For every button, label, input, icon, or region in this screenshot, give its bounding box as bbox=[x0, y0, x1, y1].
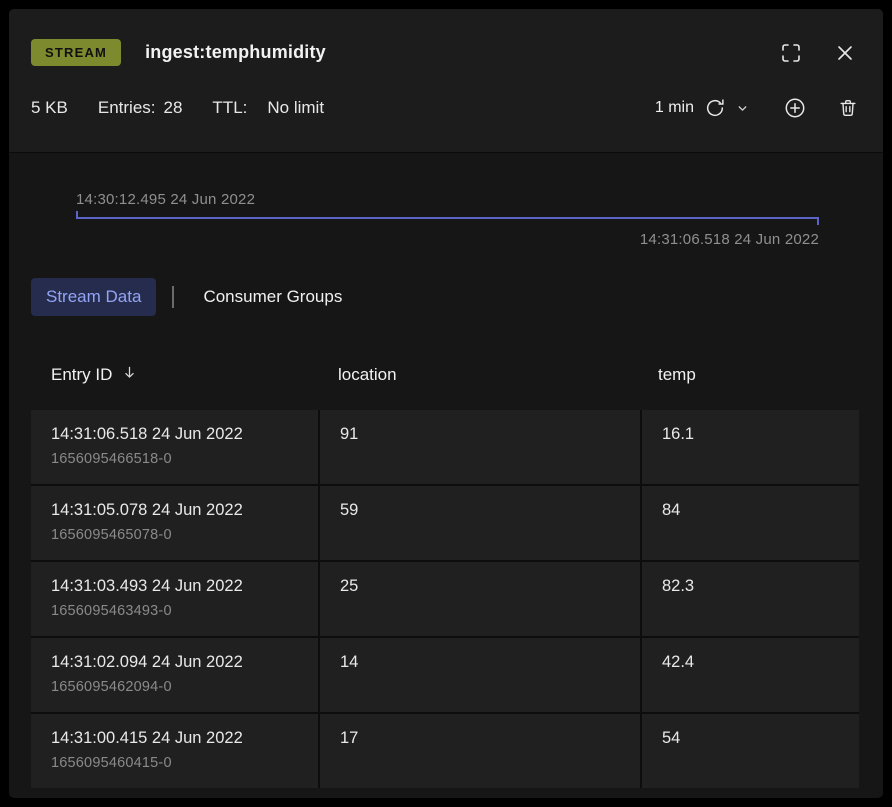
location-cell: 59 bbox=[320, 486, 640, 560]
refresh-button[interactable] bbox=[704, 97, 726, 119]
temp-cell: 16.1 bbox=[642, 410, 859, 484]
refresh-interval-label: 1 min bbox=[655, 99, 694, 117]
ttl-label: TTL: bbox=[212, 98, 247, 118]
timeline-track[interactable] bbox=[76, 217, 819, 219]
entry-id-cell: 14:31:00.415 24 Jun 2022 1656095460415-0 bbox=[31, 714, 318, 788]
sort-desc-icon bbox=[121, 364, 138, 386]
refresh-settings-button[interactable] bbox=[736, 102, 749, 115]
location-cell: 17 bbox=[320, 714, 640, 788]
table-body: 14:31:06.518 24 Jun 2022 1656095466518-0… bbox=[31, 410, 859, 788]
location-cell: 91 bbox=[320, 410, 640, 484]
stream-entries-table: Entry ID location temp bbox=[31, 346, 859, 788]
timeline-handle-end[interactable] bbox=[817, 217, 819, 225]
key-size-value: 5 KB bbox=[31, 98, 68, 118]
timeline-range: 14:30:12.495 24 Jun 2022 14:31:06.518 24… bbox=[76, 191, 819, 248]
table-header-row: Entry ID location temp bbox=[31, 346, 859, 410]
chevron-down-icon bbox=[736, 102, 749, 115]
column-header-entry-id[interactable]: Entry ID bbox=[31, 346, 318, 410]
delete-key-button[interactable] bbox=[837, 97, 859, 119]
table-row: 14:31:03.493 24 Jun 2022 1656095463493-0… bbox=[31, 562, 859, 636]
timeline-handle-start[interactable] bbox=[76, 211, 78, 219]
tab-stream-data[interactable]: Stream Data bbox=[31, 278, 156, 316]
column-header-temp: temp bbox=[638, 346, 859, 410]
temp-cell: 42.4 bbox=[642, 638, 859, 712]
ttl-value: No limit bbox=[267, 98, 324, 118]
header: STREAM ingest:temphumidity bbox=[9, 9, 883, 153]
table-row: 14:31:00.415 24 Jun 2022 1656095460415-0… bbox=[31, 714, 859, 788]
entry-id-cell: 14:31:05.078 24 Jun 2022 1656095465078-0 bbox=[31, 486, 318, 560]
location-cell: 14 bbox=[320, 638, 640, 712]
stream-key-panel: STREAM ingest:temphumidity bbox=[9, 9, 883, 798]
tab-divider bbox=[172, 286, 174, 308]
close-icon bbox=[833, 41, 857, 65]
entry-id-cell: 14:31:03.493 24 Jun 2022 1656095463493-0 bbox=[31, 562, 318, 636]
refresh-icon bbox=[704, 97, 726, 119]
fullscreen-button[interactable] bbox=[779, 41, 803, 65]
key-stats-row: 5 KB Entries: 28 TTL: No limit 1 min bbox=[9, 66, 883, 152]
column-header-location: location bbox=[318, 346, 638, 410]
add-entry-button[interactable] bbox=[783, 96, 807, 120]
close-button[interactable] bbox=[833, 41, 857, 65]
temp-cell: 82.3 bbox=[642, 562, 859, 636]
temp-cell: 84 bbox=[642, 486, 859, 560]
view-tabs: Stream Data Consumer Groups bbox=[31, 278, 859, 316]
entries-label: Entries: bbox=[98, 98, 156, 118]
temp-cell: 54 bbox=[642, 714, 859, 788]
entry-id-cell: 14:31:02.094 24 Jun 2022 1656095462094-0 bbox=[31, 638, 318, 712]
table-row: 14:31:06.518 24 Jun 2022 1656095466518-0… bbox=[31, 410, 859, 484]
trash-icon bbox=[837, 97, 859, 119]
entry-id-cell: 14:31:06.518 24 Jun 2022 1656095466518-0 bbox=[31, 410, 318, 484]
tab-consumer-groups[interactable]: Consumer Groups bbox=[188, 278, 357, 316]
table-row: 14:31:02.094 24 Jun 2022 1656095462094-0… bbox=[31, 638, 859, 712]
location-cell: 25 bbox=[320, 562, 640, 636]
table-row: 14:31:05.078 24 Jun 2022 1656095465078-0… bbox=[31, 486, 859, 560]
entries-value: 28 bbox=[164, 98, 183, 118]
key-type-badge: STREAM bbox=[31, 39, 121, 66]
plus-circle-icon bbox=[783, 96, 807, 120]
timeline-end-label: 14:31:06.518 24 Jun 2022 bbox=[76, 231, 819, 248]
key-name-title: ingest:temphumidity bbox=[145, 42, 326, 63]
timeline-start-label: 14:30:12.495 24 Jun 2022 bbox=[76, 191, 819, 208]
fullscreen-icon bbox=[779, 41, 803, 65]
